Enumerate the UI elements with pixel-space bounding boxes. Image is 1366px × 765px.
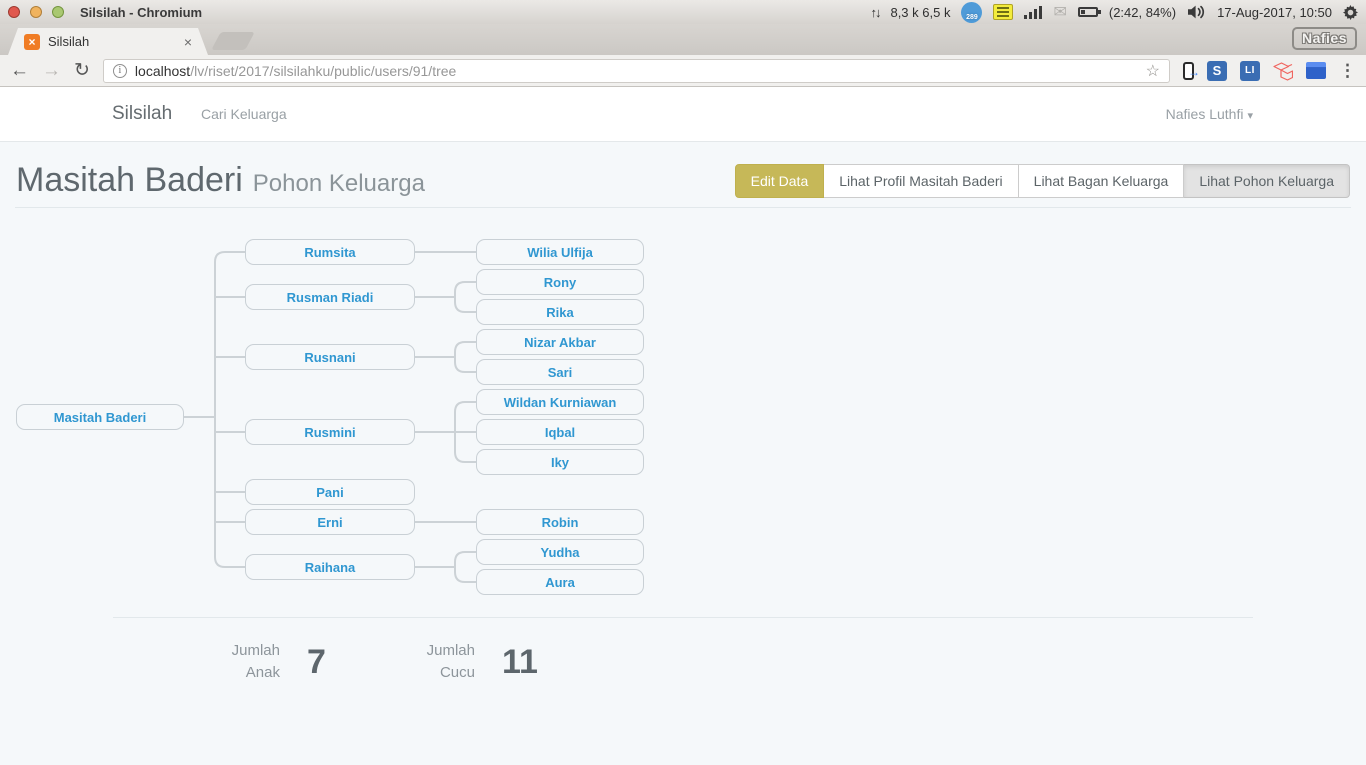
tree-node-child[interactable]: Rumsita — [245, 239, 415, 265]
address-bar[interactable]: i localhost/lv/riset/2017/silsilahku/pub… — [103, 59, 1170, 83]
extension-mobile-icon[interactable]: → — [1183, 62, 1194, 80]
desktop-watermark: Nafies — [1292, 27, 1357, 50]
tree-node-grandchild[interactable]: Rika — [476, 299, 644, 325]
tree-node-child[interactable]: Rusnani — [245, 344, 415, 370]
forward-icon[interactable]: → — [42, 61, 61, 80]
new-tab-button[interactable] — [211, 32, 255, 50]
web-page: Silsilah Cari Keluarga Nafies Luthfi▾ Ma… — [0, 87, 1366, 765]
signal-strength-icon[interactable] — [1024, 5, 1042, 19]
divider — [15, 207, 1351, 208]
tree-node-grandchild[interactable]: Yudha — [476, 539, 644, 565]
tab-strip: × Silsilah × Nafies — [0, 24, 1366, 55]
battery-label: (2:42, 84%) — [1109, 5, 1176, 20]
extension-box-icon[interactable] — [1306, 62, 1326, 79]
tree-node-grandchild[interactable]: Wildan Kurniawan — [476, 389, 644, 415]
stat-cucu-value: 11 — [502, 643, 538, 682]
battery-icon[interactable] — [1078, 7, 1098, 17]
lihat-bagan-button[interactable]: Lihat Bagan Keluarga — [1019, 164, 1185, 198]
tree-node-child[interactable]: Erni — [245, 509, 415, 535]
screen: Silsilah - Chromium ↑↓ 8,3 k 6,5 k 289 ✉… — [0, 0, 1366, 765]
reload-icon[interactable]: ↻ — [74, 61, 90, 80]
browser-toolbar: ← → ↻ i localhost/lv/riset/2017/silsilah… — [0, 55, 1366, 87]
tree-node-child[interactable]: Rusmini — [245, 419, 415, 445]
network-traffic-icon[interactable]: ↑↓ — [870, 5, 879, 20]
site-navbar: Silsilah Cari Keluarga Nafies Luthfi▾ — [0, 87, 1366, 142]
stat-cucu-label: Jumlah Cucu — [417, 640, 475, 684]
tree-node-grandchild[interactable]: Wilia Ulfija — [476, 239, 644, 265]
notification-badge-icon[interactable]: 289 — [961, 2, 982, 23]
tree-node-grandchild[interactable]: Iqbal — [476, 419, 644, 445]
family-tree: Masitah Baderi Rumsita Rusman Riadi Rusn… — [0, 230, 700, 602]
tab-title: Silsilah — [48, 34, 89, 49]
network-rate-label: 8,3 k 6,5 k — [890, 5, 950, 20]
window-title: Silsilah - Chromium — [80, 5, 202, 20]
stat-anak-label: Jumlah Anak — [222, 640, 280, 684]
action-button-group: Edit Data Lihat Profil Masitah Baderi Li… — [735, 164, 1350, 198]
tree-node-grandchild[interactable]: Rony — [476, 269, 644, 295]
url-path: /lv/riset/2017/silsilahku/public/users/9… — [190, 63, 456, 79]
chevron-down-icon: ▾ — [1247, 110, 1253, 122]
brand-link[interactable]: Silsilah — [112, 87, 172, 141]
window-controls — [0, 6, 64, 18]
settings-gear-icon[interactable] — [1343, 5, 1358, 20]
tree-node-child[interactable]: Pani — [245, 479, 415, 505]
extension-laravel-icon[interactable] — [1273, 61, 1293, 81]
tab-close-icon[interactable]: × — [184, 34, 192, 50]
divider — [113, 617, 1253, 618]
tree-node-child[interactable]: Rusman Riadi — [245, 284, 415, 310]
tree-node-grandchild[interactable]: Iky — [476, 449, 644, 475]
tree-node-grandchild[interactable]: Nizar Akbar — [476, 329, 644, 355]
lihat-profil-button[interactable]: Lihat Profil Masitah Baderi — [824, 164, 1018, 198]
tree-node-grandchild[interactable]: Sari — [476, 359, 644, 385]
tree-node-grandchild[interactable]: Robin — [476, 509, 644, 535]
volume-icon[interactable] — [1187, 5, 1206, 19]
browser-tab[interactable]: × Silsilah × — [8, 28, 208, 55]
system-tray: ↑↓ 8,3 k 6,5 k 289 ✉ (2:42, 84%) 17-Aug-… — [870, 2, 1366, 23]
back-icon[interactable]: ← — [10, 61, 29, 80]
window-minimize-button[interactable] — [30, 6, 42, 18]
window-maximize-button[interactable] — [52, 6, 64, 18]
window-close-button[interactable] — [8, 6, 20, 18]
tree-node-root[interactable]: Masitah Baderi — [16, 404, 184, 430]
clock-label: 17-Aug-2017, 10:50 — [1217, 5, 1332, 20]
page-info-icon[interactable]: i — [113, 64, 127, 78]
stat-anak-value: 7 — [307, 643, 326, 682]
extension-s-icon[interactable]: S — [1207, 61, 1227, 81]
notes-indicator-icon[interactable] — [993, 4, 1013, 20]
browser-menu-icon[interactable]: ⋮ — [1339, 61, 1356, 81]
tree-node-child[interactable]: Raihana — [245, 554, 415, 580]
page-title: Masitah Baderi Pohon Keluarga — [16, 161, 425, 200]
nav-link-cari-keluarga[interactable]: Cari Keluarga — [201, 87, 287, 141]
url-host: localhost — [135, 63, 190, 79]
user-dropdown[interactable]: Nafies Luthfi▾ — [1166, 87, 1253, 143]
lihat-pohon-button[interactable]: Lihat Pohon Keluarga — [1184, 164, 1350, 198]
tree-node-grandchild[interactable]: Aura — [476, 569, 644, 595]
bookmark-star-icon[interactable]: ☆ — [1146, 61, 1160, 81]
mail-indicator-icon[interactable]: ✉ — [1053, 2, 1066, 22]
edit-data-button[interactable]: Edit Data — [735, 164, 825, 198]
system-panel: Silsilah - Chromium ↑↓ 8,3 k 6,5 k 289 ✉… — [0, 0, 1366, 24]
tab-favicon-icon: × — [24, 34, 40, 50]
user-name: Nafies Luthfi — [1166, 106, 1244, 122]
extension-li-icon[interactable]: LI — [1240, 61, 1260, 81]
page-subtitle: Pohon Keluarga — [253, 170, 425, 197]
person-name: Masitah Baderi — [16, 161, 243, 199]
